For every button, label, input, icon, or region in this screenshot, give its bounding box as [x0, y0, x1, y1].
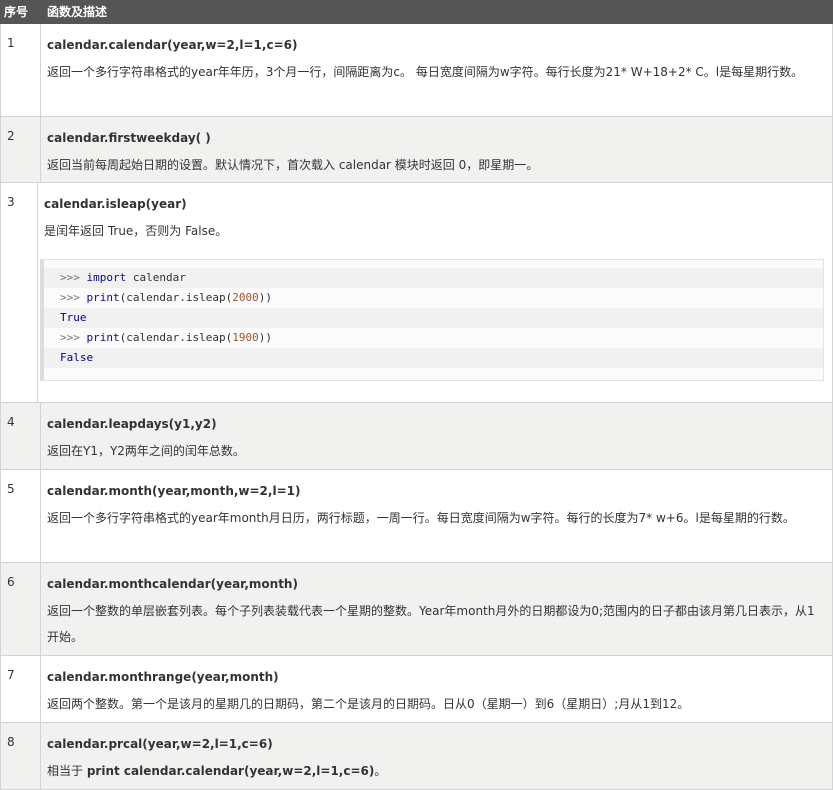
- function-signature: calendar.calendar(year,w=2,l=1,c=6): [47, 38, 298, 52]
- function-description: 返回一个多行字符串格式的year年month月日历，两行标题，一周一行。每日宽度…: [47, 511, 795, 525]
- function-signature: calendar.monthcalendar(year,month): [47, 577, 298, 591]
- table-row: 6 calendar.monthcalendar(year,month) 返回一…: [0, 563, 833, 656]
- code-example: >>> import calendar >>> print(calendar.i…: [40, 259, 824, 381]
- function-description: 返回一个多行字符串格式的year年年历，3个月一行，间隔距离为c。 每日宽度间隔…: [47, 65, 804, 79]
- table-header: 序号 函数及描述: [0, 0, 833, 24]
- table-row: 1 calendar.calendar(year,w=2,l=1,c=6) 返回…: [0, 24, 833, 117]
- function-signature: calendar.prcal(year,w=2,l=1,c=6): [47, 737, 273, 751]
- row-content: calendar.prcal(year,w=2,l=1,c=6) 相当于 pri…: [41, 723, 833, 789]
- row-content: calendar.isleap(year) 是闰年返回 True，否则为 Fal…: [38, 183, 833, 402]
- header-index: 序号: [4, 5, 29, 19]
- function-description: 相当于 print calendar.calendar(year,w=2,l=1…: [47, 764, 387, 778]
- row-index: 7: [0, 656, 41, 722]
- function-description: 返回在Y1，Y2两年之间的闰年总数。: [47, 444, 245, 458]
- table-row: 3 calendar.isleap(year) 是闰年返回 True，否则为 F…: [0, 183, 833, 403]
- code-line: >>> print(calendar.isleap(2000)): [60, 291, 272, 304]
- row-content: calendar.monthcalendar(year,month) 返回一个整…: [41, 563, 833, 655]
- function-signature: calendar.leapdays(y1,y2): [47, 417, 217, 431]
- row-index: 1: [0, 24, 41, 116]
- function-description: 返回当前每周起始日期的设置。默认情况下，首次载入 calendar 模块时返回 …: [47, 158, 539, 172]
- function-signature: calendar.month(year,month,w=2,l=1): [47, 484, 301, 498]
- row-content: calendar.leapdays(y1,y2) 返回在Y1，Y2两年之间的闰年…: [41, 403, 833, 469]
- row-content: calendar.monthrange(year,month) 返回两个整数。第…: [41, 656, 833, 722]
- row-content: calendar.month(year,month,w=2,l=1) 返回一个多…: [41, 470, 833, 562]
- row-index: 8: [0, 723, 41, 789]
- code-line: True: [44, 308, 823, 328]
- table-row: 8 calendar.prcal(year,w=2,l=1,c=6) 相当于 p…: [0, 723, 833, 790]
- code-line: >>> print(calendar.isleap(1900)): [60, 331, 272, 344]
- table-row: 7 calendar.monthrange(year,month) 返回两个整数…: [0, 656, 833, 723]
- function-description: 返回一个整数的单层嵌套列表。每个子列表装载代表一个星期的整数。Year年mont…: [47, 604, 815, 644]
- function-description: 是闰年返回 True，否则为 False。: [44, 224, 228, 238]
- function-description: 返回两个整数。第一个是该月的星期几的日期码，第二个是该月的日期码。日从0（星期一…: [47, 697, 690, 711]
- table-row: 4 calendar.leapdays(y1,y2) 返回在Y1，Y2两年之间的…: [0, 403, 833, 470]
- function-signature: calendar.firstweekday( ): [47, 131, 211, 145]
- function-signature: calendar.isleap(year): [44, 197, 187, 211]
- row-content: calendar.firstweekday( ) 返回当前每周起始日期的设置。默…: [41, 117, 833, 182]
- row-index: 5: [0, 470, 41, 562]
- table-row: 2 calendar.firstweekday( ) 返回当前每周起始日期的设置…: [0, 117, 833, 183]
- row-index: 3: [0, 183, 38, 402]
- code-line: >>> import calendar: [44, 268, 823, 288]
- row-index: 6: [0, 563, 41, 655]
- header-function: 函数及描述: [47, 5, 108, 19]
- function-signature: calendar.monthrange(year,month): [47, 670, 279, 684]
- code-line: False: [44, 348, 823, 368]
- row-index: 4: [0, 403, 41, 469]
- functions-table: 序号 函数及描述 1 calendar.calendar(year,w=2,l=…: [0, 0, 833, 790]
- table-row: 5 calendar.month(year,month,w=2,l=1) 返回一…: [0, 470, 833, 563]
- row-index: 2: [0, 117, 41, 182]
- row-content: calendar.calendar(year,w=2,l=1,c=6) 返回一个…: [41, 24, 833, 116]
